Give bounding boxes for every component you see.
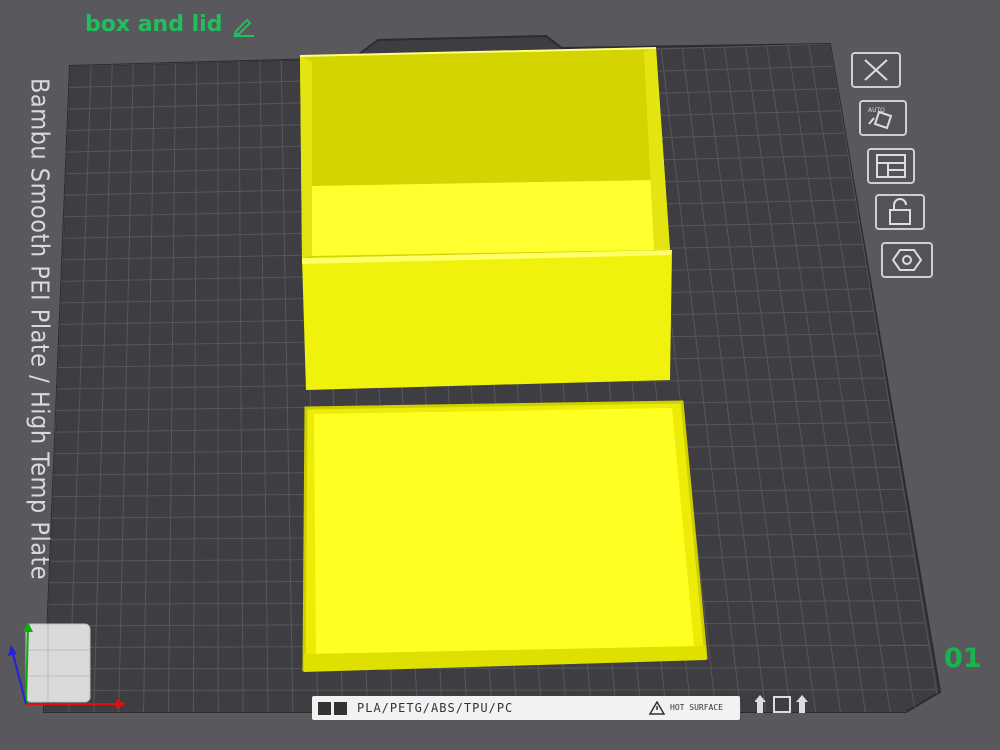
project-title-text[interactable]: box and lid [85, 12, 222, 37]
plate-type-label: Bambu Smooth PEI Plate / High Temp Plate [25, 78, 55, 581]
plate-footer: PLA/PETG/ABS/TPU/PC HOT SURFACE [312, 696, 740, 720]
lid-model[interactable] [302, 400, 708, 672]
project-title[interactable]: box and lid [85, 12, 256, 37]
hot-surface-warning: HOT SURFACE [649, 701, 730, 715]
plate-orientation-icons [755, 695, 808, 713]
plate-footer-right-icons [755, 693, 811, 715]
compatible-materials: PLA/PETG/ABS/TPU/PC [357, 701, 514, 715]
plate-number[interactable]: 01 [944, 643, 982, 674]
unlock-icon [889, 198, 911, 225]
plate-footer-icons [318, 701, 347, 715]
hexagon-settings-icon [891, 249, 923, 271]
plate-type-icon [318, 701, 331, 715]
3d-viewport[interactable] [0, 0, 1000, 750]
box-model[interactable] [299, 47, 672, 390]
warning-triangle-icon [649, 701, 665, 715]
close-plate-button[interactable] [851, 52, 901, 88]
close-icon [864, 59, 888, 81]
hot-surface-text: HOT SURFACE [670, 703, 723, 712]
auto-orient-icon: AUTO [868, 107, 893, 130]
plate-settings-button[interactable] [881, 242, 933, 278]
lock-button[interactable] [875, 194, 925, 230]
auto-orient-button[interactable]: AUTO [859, 100, 907, 136]
arrange-icon [876, 154, 906, 178]
pencil-icon[interactable] [232, 13, 256, 37]
plate-texture-icon [334, 701, 347, 715]
arrange-button[interactable] [867, 148, 915, 184]
